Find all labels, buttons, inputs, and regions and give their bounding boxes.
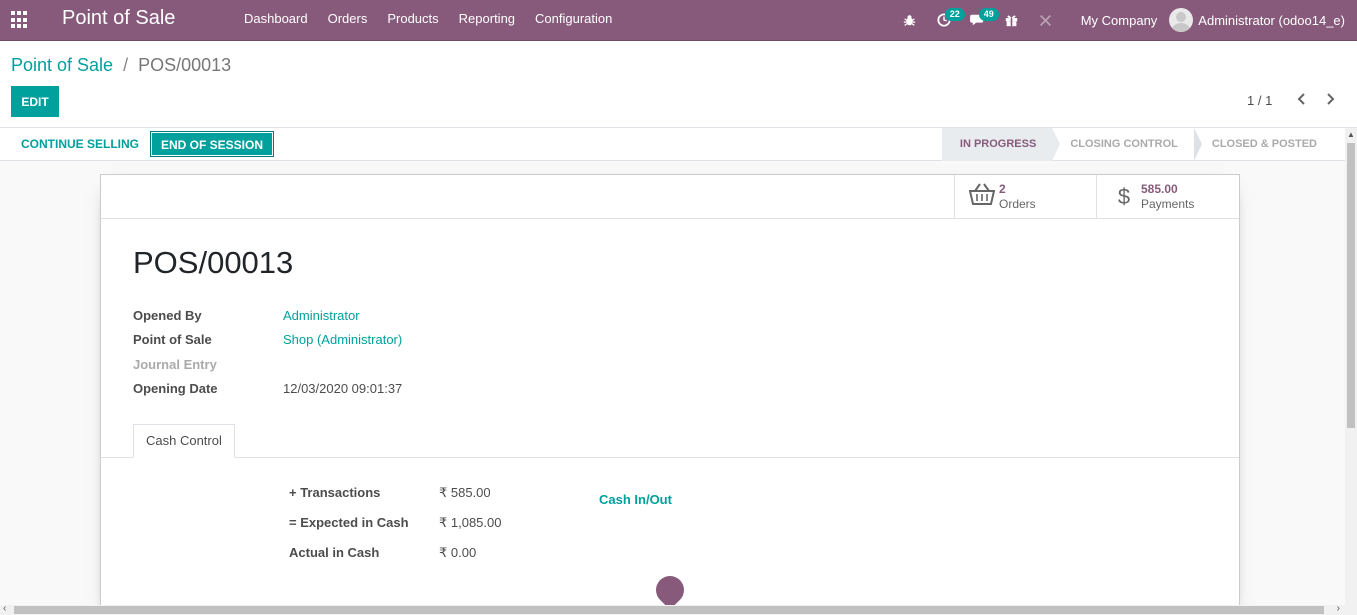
edit-button[interactable]: EDIT — [11, 86, 59, 117]
stage-label: CLOSED & POSTED — [1211, 138, 1317, 150]
field-point-of-sale: Point of Sale Shop (Administrator) — [133, 332, 633, 350]
orders-smart-button[interactable]: 2 Orders — [954, 175, 1097, 218]
notebook-tabs: Cash Control — [101, 424, 1239, 458]
cash-value: ₹ 585.00 — [439, 485, 491, 500]
breadcrumb-separator: / — [123, 55, 129, 75]
menu-orders[interactable]: Orders — [318, 0, 378, 40]
tools-icon[interactable] — [1029, 0, 1063, 40]
control-panel: Point of Sale / POS/00013 EDIT 1 / 1 — [0, 41, 1357, 128]
tab-cash-control[interactable]: Cash Control — [133, 424, 235, 458]
horizontal-scroll-thumb[interactable] — [14, 606, 1324, 614]
dollar-icon: $ — [1117, 183, 1131, 209]
field-opening-date: Opening Date 12/03/2020 09:01:37 — [133, 381, 633, 399]
orders-count: 2 — [999, 181, 1006, 196]
opened-by-link[interactable]: Administrator — [283, 308, 360, 323]
stage-label: IN PROGRESS — [959, 138, 1037, 150]
user-menu[interactable]: Administrator (odoo14_e) — [1169, 8, 1357, 32]
vertical-scroll-thumb[interactable] — [1347, 143, 1355, 428]
scroll-up-icon[interactable]: ▲ — [1347, 130, 1355, 139]
scroll-left-icon[interactable]: ‹ — [3, 603, 6, 614]
field-label: Opening Date — [133, 381, 218, 396]
payments-amount: 585.00 — [1141, 181, 1178, 196]
stage-closing-control[interactable]: CLOSING CONTROL — [1052, 128, 1202, 161]
menu-products[interactable]: Products — [377, 0, 448, 40]
main-menu: Dashboard Orders Products Reporting Conf… — [234, 0, 622, 40]
top-navbar: Point of Sale Dashboard Orders Products … — [0, 0, 1357, 41]
end-of-session-button[interactable]: END OF SESSION — [150, 131, 275, 157]
field-label: Point of Sale — [133, 332, 212, 347]
field-opened-by: Opened By Administrator — [133, 308, 633, 326]
payments-label: Payments — [1141, 196, 1195, 211]
basket-icon — [965, 182, 999, 211]
apps-menu-icon[interactable] — [11, 11, 29, 29]
field-label: Opened By — [133, 308, 202, 323]
menu-reporting[interactable]: Reporting — [449, 0, 525, 40]
payments-smart-button[interactable]: $ 585.00 Payments — [1096, 175, 1239, 218]
continue-selling-button[interactable]: CONTINUE SELLING — [11, 131, 149, 157]
breadcrumb-current: POS/00013 — [138, 55, 232, 75]
vertical-scrollbar[interactable]: ▲ — [1345, 128, 1357, 605]
record-title: POS/00013 — [133, 245, 294, 280]
menu-dashboard[interactable]: Dashboard — [234, 0, 318, 40]
stage-label: CLOSING CONTROL — [1070, 138, 1178, 150]
menu-configuration[interactable]: Configuration — [525, 0, 622, 40]
pager-previous-icon[interactable] — [1292, 90, 1312, 110]
gift-icon[interactable] — [995, 0, 1029, 40]
cash-in-out-button[interactable]: Cash In/Out — [599, 492, 672, 507]
pager-value[interactable]: 1 / 1 — [1247, 93, 1272, 108]
orders-label: Orders — [999, 196, 1036, 211]
scroll-right-icon[interactable]: › — [1337, 603, 1340, 614]
field-label: Journal Entry — [133, 357, 217, 372]
cash-label: Actual in Cash — [289, 545, 380, 560]
stage-pipeline: IN PROGRESS CLOSING CONTROL CLOSED & POS… — [941, 128, 1345, 161]
app-brand[interactable]: Point of Sale — [62, 7, 175, 30]
stage-closed-posted[interactable]: CLOSED & POSTED — [1194, 128, 1345, 161]
point-of-sale-link[interactable]: Shop (Administrator) — [283, 332, 402, 347]
field-journal-entry: Journal Entry — [133, 357, 633, 375]
form-statusbar: CONTINUE SELLING END OF SESSION IN PROGR… — [0, 128, 1345, 161]
stage-in-progress[interactable]: IN PROGRESS — [941, 128, 1061, 161]
breadcrumb-parent[interactable]: Point of Sale — [11, 55, 113, 75]
messages-chat-icon[interactable]: 49 — [961, 0, 999, 40]
breadcrumb: Point of Sale / POS/00013 — [11, 55, 231, 76]
user-name: Administrator (odoo14_e) — [1198, 12, 1345, 28]
cash-row-actual: Actual in Cash ₹ 0.00 — [289, 545, 689, 563]
systray: 22 49 My Company Administrator (odoo14_e… — [893, 0, 1357, 40]
form-sheet: 2 Orders $ 585.00 Payments POS/00013 Ope… — [100, 174, 1240, 615]
debug-bug-icon[interactable] — [893, 0, 927, 40]
cash-row-expected: = Expected in Cash ₹ 1,085.00 — [289, 515, 689, 533]
cash-value: ₹ 1,085.00 — [439, 515, 502, 530]
smart-button-box: 2 Orders $ 585.00 Payments — [101, 175, 1239, 219]
cash-value: ₹ 0.00 — [439, 545, 477, 560]
cash-label: = Expected in Cash — [289, 515, 409, 530]
pager-next-icon[interactable] — [1320, 90, 1340, 110]
cash-label: + Transactions — [289, 485, 381, 500]
opening-date-value: 12/03/2020 09:01:37 — [283, 381, 403, 396]
company-switcher[interactable]: My Company — [1063, 13, 1170, 28]
avatar — [1169, 8, 1194, 32]
activity-clock-icon[interactable]: 22 — [927, 0, 965, 40]
horizontal-scrollbar[interactable]: ‹ › — [0, 603, 1357, 615]
